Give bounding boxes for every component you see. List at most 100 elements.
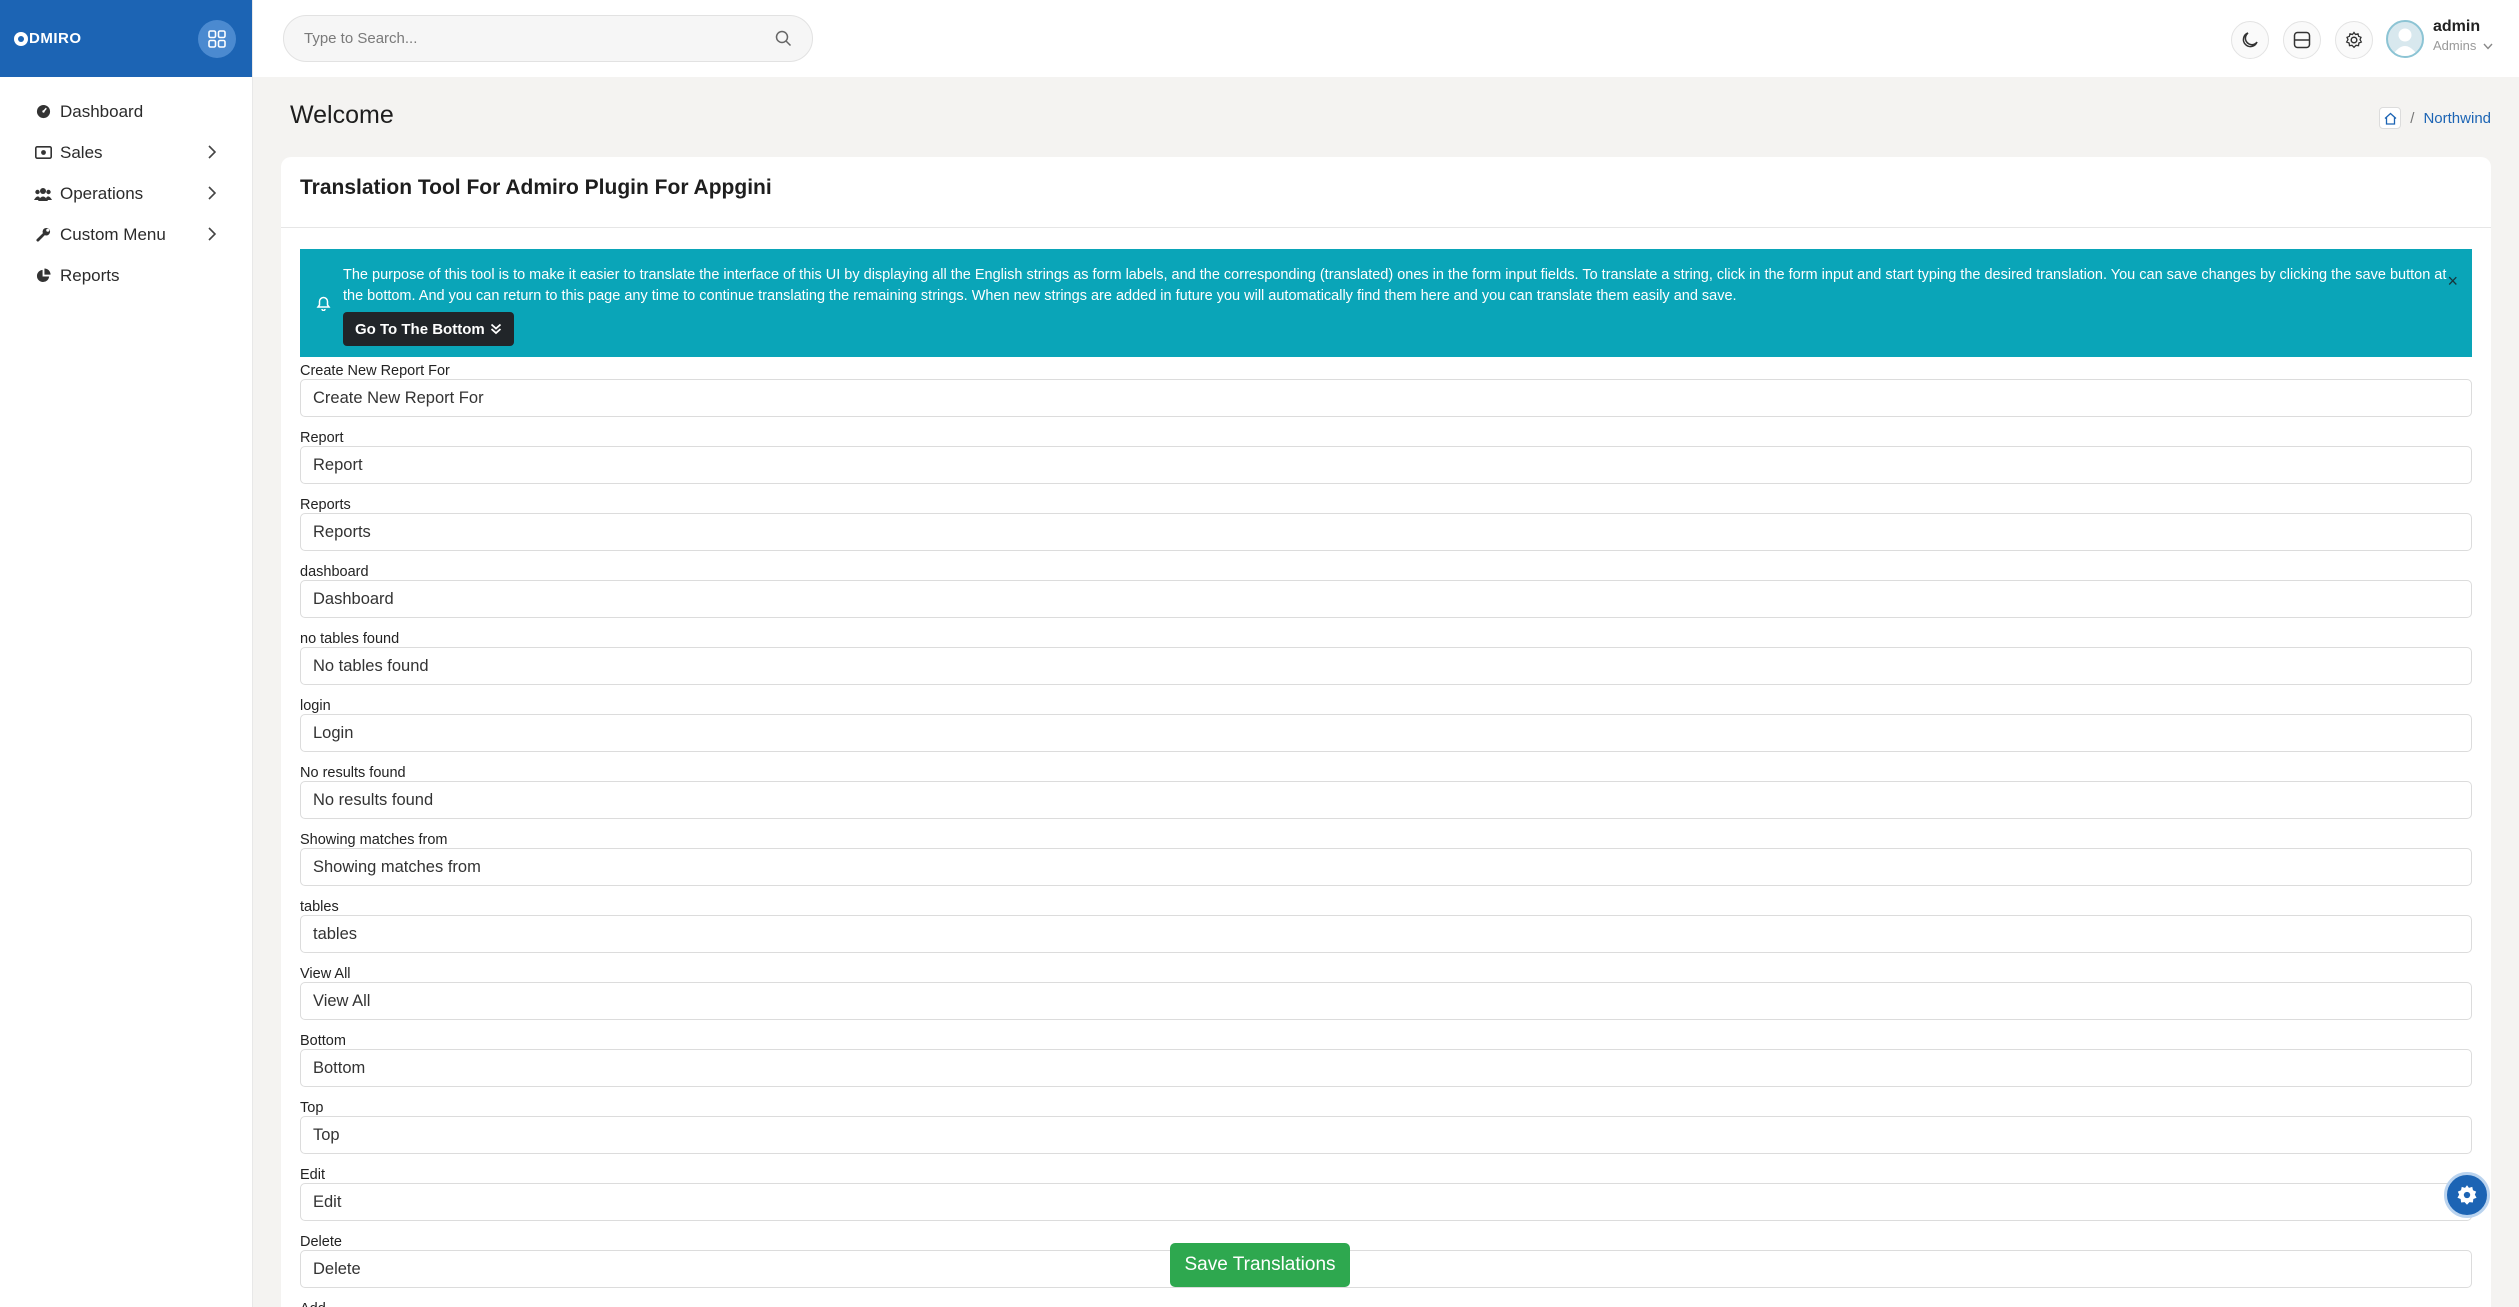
save-translations-button[interactable]: Save Translations bbox=[1170, 1243, 1350, 1287]
breadcrumb-separator: / bbox=[2410, 109, 2415, 127]
sidebar-item-label: Custom Menu bbox=[60, 224, 166, 244]
translation-field: login bbox=[300, 692, 2472, 759]
translation-input[interactable] bbox=[300, 1250, 2472, 1288]
translation-field: tables bbox=[300, 893, 2472, 960]
translation-field-label: login bbox=[300, 698, 331, 714]
users-icon bbox=[34, 185, 52, 203]
alert-message: The purpose of this tool is to make it e… bbox=[343, 267, 2447, 304]
translation-input[interactable] bbox=[300, 647, 2472, 685]
translation-input[interactable] bbox=[300, 379, 2472, 417]
sidebar-item-sales[interactable]: Sales bbox=[0, 132, 252, 173]
search-icon[interactable] bbox=[775, 30, 792, 47]
translation-field: View All bbox=[300, 960, 2472, 1027]
chevron-right-icon bbox=[208, 145, 216, 159]
theme-settings-fab[interactable] bbox=[2444, 1172, 2490, 1218]
chevron-right-icon bbox=[208, 227, 216, 241]
user-avatar-icon bbox=[2392, 28, 2418, 56]
translation-field-label: Showing matches from bbox=[300, 832, 448, 848]
go-to-bottom-button[interactable]: Go To The Bottom bbox=[343, 312, 514, 346]
user-name[interactable]: admin bbox=[2433, 18, 2480, 36]
translation-input[interactable] bbox=[300, 1183, 2472, 1221]
wrench-icon bbox=[34, 226, 52, 244]
translation-input[interactable] bbox=[300, 513, 2472, 551]
grid-icon bbox=[208, 29, 226, 48]
translation-input[interactable] bbox=[300, 781, 2472, 819]
sidebar-toggle-button[interactable] bbox=[198, 19, 236, 58]
page-title: Welcome bbox=[290, 101, 394, 129]
translation-field-label: Report bbox=[300, 430, 344, 446]
layout-toggle-button[interactable] bbox=[2283, 21, 2321, 59]
double-chevron-down-icon bbox=[490, 323, 501, 335]
translation-input[interactable] bbox=[300, 714, 2472, 752]
brand-logo[interactable]: DMIRO bbox=[14, 30, 82, 47]
translation-field-label: Delete bbox=[300, 1234, 342, 1250]
sidebar: DMIRO Dashboard Sales Operations Custom … bbox=[0, 0, 253, 1307]
chevron-down-icon bbox=[2483, 43, 2493, 50]
sidebar-item-reports[interactable]: Reports bbox=[0, 255, 252, 296]
translation-field: Top bbox=[300, 1094, 2472, 1161]
settings-button[interactable] bbox=[2335, 21, 2373, 59]
translation-fields: Create New Report For Report Reports dashbo… bbox=[300, 357, 2472, 1307]
user-role-label: Admins bbox=[2433, 38, 2477, 53]
translation-field-label: dashboard bbox=[300, 564, 369, 580]
avatar[interactable] bbox=[2386, 20, 2424, 58]
gear-icon bbox=[2457, 1185, 2477, 1205]
moon-icon bbox=[2242, 32, 2258, 48]
translation-card: Translation Tool For Admiro Plugin For A… bbox=[281, 157, 2491, 1307]
topbar: admin Admins bbox=[253, 0, 2519, 77]
sidebar-item-label: Sales bbox=[60, 142, 103, 162]
sidebar-item-custom-menu[interactable]: Custom Menu bbox=[0, 214, 252, 255]
sidebar-nav: Dashboard Sales Operations Custom Menu R… bbox=[0, 77, 252, 296]
translation-field-label: Top bbox=[300, 1100, 324, 1116]
translation-input[interactable] bbox=[300, 982, 2472, 1020]
translation-field: Reports bbox=[300, 491, 2472, 558]
user-role[interactable]: Admins bbox=[2433, 38, 2493, 53]
sidebar-item-dashboard[interactable]: Dashboard bbox=[0, 91, 252, 132]
breadcrumb-home-link[interactable] bbox=[2379, 107, 2402, 129]
chevron-right-icon bbox=[208, 186, 216, 200]
card-divider bbox=[281, 227, 2491, 228]
translation-field-label: Bottom bbox=[300, 1033, 346, 1049]
translation-field-label: View All bbox=[300, 966, 351, 982]
translation-field-label: no tables found bbox=[300, 631, 400, 647]
home-icon bbox=[2384, 112, 2397, 125]
translation-field-label: Edit bbox=[300, 1167, 325, 1183]
search-box bbox=[283, 15, 813, 62]
info-alert: The purpose of this tool is to make it e… bbox=[300, 249, 2472, 357]
translation-field-label: tables bbox=[300, 899, 339, 915]
layout-icon bbox=[2293, 31, 2311, 49]
translation-input[interactable] bbox=[300, 1116, 2472, 1154]
dashboard-gauge-icon bbox=[34, 103, 52, 121]
translation-input[interactable] bbox=[300, 848, 2472, 886]
sidebar-item-label: Dashboard bbox=[60, 101, 144, 121]
translation-input[interactable] bbox=[300, 1049, 2472, 1087]
go-to-bottom-label: Go To The Bottom bbox=[355, 320, 485, 338]
sidebar-item-label: Reports bbox=[60, 265, 120, 285]
translation-field-label: Reports bbox=[300, 497, 351, 513]
brand-name: DMIRO bbox=[29, 30, 82, 47]
translation-field-label: Add bbox=[300, 1301, 326, 1307]
translation-field-label: No results found bbox=[300, 765, 406, 781]
translation-field: No results found bbox=[300, 759, 2472, 826]
search-input[interactable] bbox=[304, 16, 764, 61]
translation-field: Delete bbox=[300, 1228, 2472, 1295]
translation-field-label: Create New Report For bbox=[300, 363, 450, 379]
translation-field: Bottom bbox=[300, 1027, 2472, 1094]
translation-field: Edit bbox=[300, 1161, 2472, 1228]
sidebar-item-label: Operations bbox=[60, 183, 144, 203]
translation-input[interactable] bbox=[300, 915, 2472, 953]
translation-field: no tables found bbox=[300, 625, 2472, 692]
pie-chart-icon bbox=[34, 267, 52, 285]
sidebar-item-operations[interactable]: Operations bbox=[0, 173, 252, 214]
translation-input[interactable] bbox=[300, 446, 2472, 484]
logo-mark-icon bbox=[14, 31, 28, 46]
translation-field: Create New Report For bbox=[300, 357, 2472, 424]
translation-field: Report bbox=[300, 424, 2472, 491]
translation-input[interactable] bbox=[300, 580, 2472, 618]
dark-mode-toggle-button[interactable] bbox=[2231, 21, 2269, 59]
breadcrumb: / Northwind bbox=[2379, 107, 2491, 129]
gear-icon bbox=[2345, 31, 2363, 49]
close-icon[interactable]: × bbox=[2447, 271, 2458, 292]
breadcrumb-current[interactable]: Northwind bbox=[2423, 110, 2491, 127]
translation-field: dashboard bbox=[300, 558, 2472, 625]
